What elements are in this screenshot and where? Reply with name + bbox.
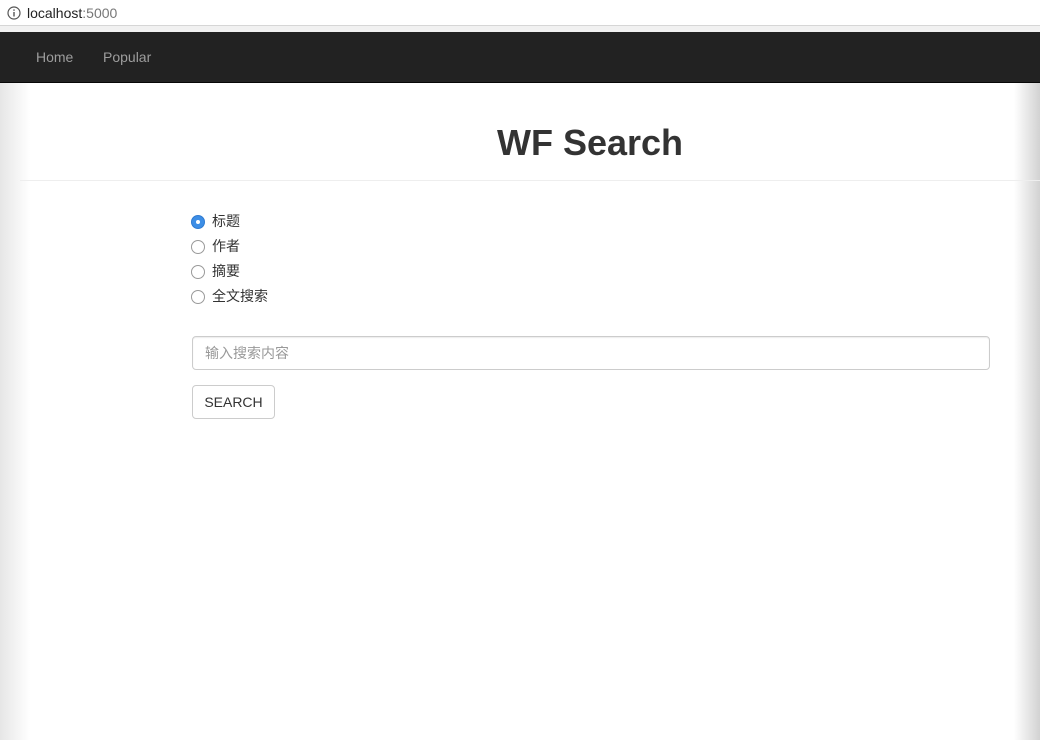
page-title: WF Search [496,122,684,163]
radio-label-author[interactable]: 作者 [212,237,240,255]
right-edge-shadow [1014,83,1040,740]
url-port: :5000 [82,5,118,21]
url-text[interactable]: localhost:5000 [27,4,117,22]
browser-window: localhost:5000 Home Popular WF Search 标题… [0,0,1040,740]
info-circle-icon[interactable] [7,6,21,20]
radio-label-fulltext[interactable]: 全文搜索 [212,287,268,305]
radio-button-title[interactable] [191,215,205,229]
url-host: localhost [27,5,83,21]
navbar: Home Popular [0,32,1040,83]
nav-link-home[interactable]: Home [36,48,73,66]
search-input[interactable] [192,336,990,370]
radio-button-fulltext[interactable] [191,290,205,304]
left-edge-shadow [0,83,30,740]
page-content: WF Search 标题 作者 摘要 全文搜索 SEARCH [0,83,1040,740]
search-button[interactable]: SEARCH [192,385,275,419]
address-bar[interactable]: localhost:5000 [0,0,1040,26]
radio-button-author[interactable] [191,240,205,254]
radio-label-abstract[interactable]: 摘要 [212,262,240,280]
radio-label-title[interactable]: 标题 [212,212,240,230]
header-divider [20,180,1040,181]
radio-button-abstract[interactable] [191,265,205,279]
nav-link-popular[interactable]: Popular [103,48,151,66]
